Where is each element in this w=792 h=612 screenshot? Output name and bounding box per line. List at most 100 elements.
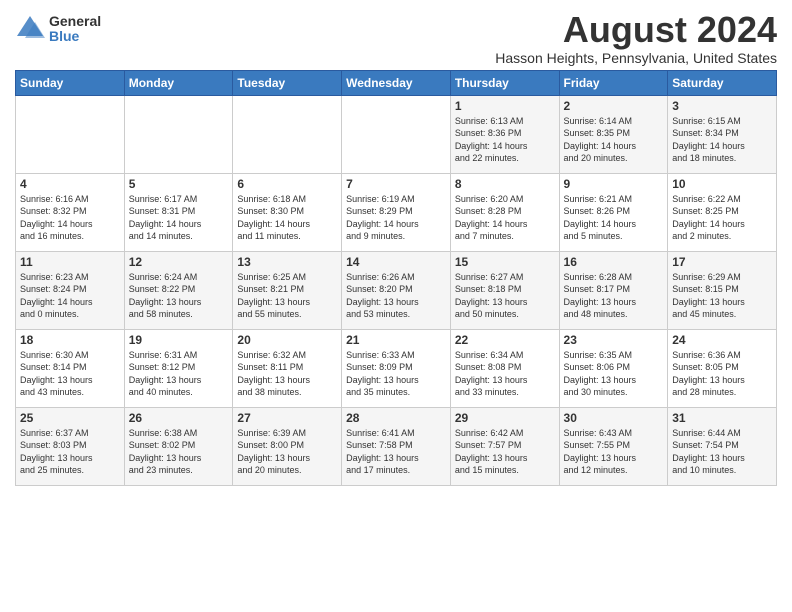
calendar-cell xyxy=(16,95,125,173)
calendar-cell xyxy=(124,95,233,173)
calendar-cell: 7 Sunrise: 6:19 AM Sunset: 8:29 PM Daylig… xyxy=(342,173,451,251)
title-block: August 2024 Hasson Heights, Pennsylvania… xyxy=(495,10,777,66)
day-number: 20 xyxy=(237,333,337,347)
logo-blue-text: Blue xyxy=(49,29,101,44)
day-number: 21 xyxy=(346,333,446,347)
day-number: 1 xyxy=(455,99,555,113)
day-number: 6 xyxy=(237,177,337,191)
day-info: Sunrise: 6:29 AM Sunset: 8:15 PM Dayligh… xyxy=(672,271,772,321)
calendar-cell: 14 Sunrise: 6:26 AM Sunset: 8:20 PM Dayli… xyxy=(342,251,451,329)
calendar-cell xyxy=(233,95,342,173)
calendar-body: 1 Sunrise: 6:13 AM Sunset: 8:36 PM Daylig… xyxy=(16,95,777,485)
day-info: Sunrise: 6:43 AM Sunset: 7:55 PM Dayligh… xyxy=(564,427,664,477)
day-info: Sunrise: 6:27 AM Sunset: 8:18 PM Dayligh… xyxy=(455,271,555,321)
day-number: 19 xyxy=(129,333,229,347)
day-number: 27 xyxy=(237,411,337,425)
day-number: 22 xyxy=(455,333,555,347)
calendar-cell: 16 Sunrise: 6:28 AM Sunset: 8:17 PM Dayli… xyxy=(559,251,668,329)
calendar-cell: 11 Sunrise: 6:23 AM Sunset: 8:24 PM Dayli… xyxy=(16,251,125,329)
day-number: 25 xyxy=(20,411,120,425)
month-title: August 2024 xyxy=(495,10,777,50)
day-number: 24 xyxy=(672,333,772,347)
calendar-cell: 1 Sunrise: 6:13 AM Sunset: 8:36 PM Daylig… xyxy=(450,95,559,173)
col-wednesday: Wednesday xyxy=(342,70,451,95)
day-info: Sunrise: 6:25 AM Sunset: 8:21 PM Dayligh… xyxy=(237,271,337,321)
day-number: 12 xyxy=(129,255,229,269)
day-info: Sunrise: 6:39 AM Sunset: 8:00 PM Dayligh… xyxy=(237,427,337,477)
day-number: 30 xyxy=(564,411,664,425)
col-monday: Monday xyxy=(124,70,233,95)
calendar-cell: 27 Sunrise: 6:39 AM Sunset: 8:00 PM Dayli… xyxy=(233,407,342,485)
calendar-cell: 15 Sunrise: 6:27 AM Sunset: 8:18 PM Dayli… xyxy=(450,251,559,329)
day-info: Sunrise: 6:19 AM Sunset: 8:29 PM Dayligh… xyxy=(346,193,446,243)
day-number: 14 xyxy=(346,255,446,269)
calendar-cell: 6 Sunrise: 6:18 AM Sunset: 8:30 PM Daylig… xyxy=(233,173,342,251)
calendar-cell: 31Sunrise: 6:44 AM Sunset: 7:54 PM Dayli… xyxy=(668,407,777,485)
calendar-cell: 28Sunrise: 6:41 AM Sunset: 7:58 PM Dayli… xyxy=(342,407,451,485)
day-info: Sunrise: 6:42 AM Sunset: 7:57 PM Dayligh… xyxy=(455,427,555,477)
day-info: Sunrise: 6:32 AM Sunset: 8:11 PM Dayligh… xyxy=(237,349,337,399)
calendar-cell: 4 Sunrise: 6:16 AM Sunset: 8:32 PM Daylig… xyxy=(16,173,125,251)
day-number: 17 xyxy=(672,255,772,269)
calendar-cell: 24 Sunrise: 6:36 AM Sunset: 8:05 PM Dayli… xyxy=(668,329,777,407)
day-info: Sunrise: 6:35 AM Sunset: 8:06 PM Dayligh… xyxy=(564,349,664,399)
col-tuesday: Tuesday xyxy=(233,70,342,95)
calendar-container: General Blue August 2024 Hasson Heights,… xyxy=(0,0,792,491)
col-sunday: Sunday xyxy=(16,70,125,95)
header-row: Sunday Monday Tuesday Wednesday Thursday… xyxy=(16,70,777,95)
day-info: Sunrise: 6:31 AM Sunset: 8:12 PM Dayligh… xyxy=(129,349,229,399)
day-info: Sunrise: 6:26 AM Sunset: 8:20 PM Dayligh… xyxy=(346,271,446,321)
col-thursday: Thursday xyxy=(450,70,559,95)
day-number: 18 xyxy=(20,333,120,347)
calendar-cell: 22 Sunrise: 6:34 AM Sunset: 8:08 PM Dayli… xyxy=(450,329,559,407)
day-info: Sunrise: 6:41 AM Sunset: 7:58 PM Dayligh… xyxy=(346,427,446,477)
day-number: 8 xyxy=(455,177,555,191)
day-info: Sunrise: 6:38 AM Sunset: 8:02 PM Dayligh… xyxy=(129,427,229,477)
day-number: 31 xyxy=(672,411,772,425)
day-info: Sunrise: 6:34 AM Sunset: 8:08 PM Dayligh… xyxy=(455,349,555,399)
day-info: Sunrise: 6:18 AM Sunset: 8:30 PM Dayligh… xyxy=(237,193,337,243)
calendar-cell: 3 Sunrise: 6:15 AM Sunset: 8:34 PM Daylig… xyxy=(668,95,777,173)
day-number: 3 xyxy=(672,99,772,113)
day-info: Sunrise: 6:15 AM Sunset: 8:34 PM Dayligh… xyxy=(672,115,772,165)
day-number: 15 xyxy=(455,255,555,269)
calendar-cell: 17 Sunrise: 6:29 AM Sunset: 8:15 PM Dayli… xyxy=(668,251,777,329)
logo-text: General Blue xyxy=(49,14,101,45)
calendar-week-2: 4 Sunrise: 6:16 AM Sunset: 8:32 PM Daylig… xyxy=(16,173,777,251)
calendar-cell: 8 Sunrise: 6:20 AM Sunset: 8:28 PM Daylig… xyxy=(450,173,559,251)
calendar-cell: 13Sunrise: 6:25 AM Sunset: 8:21 PM Dayli… xyxy=(233,251,342,329)
day-number: 26 xyxy=(129,411,229,425)
day-info: Sunrise: 6:21 AM Sunset: 8:26 PM Dayligh… xyxy=(564,193,664,243)
day-info: Sunrise: 6:17 AM Sunset: 8:31 PM Dayligh… xyxy=(129,193,229,243)
day-info: Sunrise: 6:13 AM Sunset: 8:36 PM Dayligh… xyxy=(455,115,555,165)
day-info: Sunrise: 6:28 AM Sunset: 8:17 PM Dayligh… xyxy=(564,271,664,321)
calendar-week-1: 1 Sunrise: 6:13 AM Sunset: 8:36 PM Daylig… xyxy=(16,95,777,173)
calendar-week-5: 25Sunrise: 6:37 AM Sunset: 8:03 PM Dayli… xyxy=(16,407,777,485)
calendar-cell xyxy=(342,95,451,173)
calendar-cell: 30 Sunrise: 6:43 AM Sunset: 7:55 PM Dayli… xyxy=(559,407,668,485)
day-info: Sunrise: 6:20 AM Sunset: 8:28 PM Dayligh… xyxy=(455,193,555,243)
header: General Blue August 2024 Hasson Heights,… xyxy=(15,10,777,66)
day-number: 16 xyxy=(564,255,664,269)
day-number: 5 xyxy=(129,177,229,191)
day-number: 11 xyxy=(20,255,120,269)
day-info: Sunrise: 6:14 AM Sunset: 8:35 PM Dayligh… xyxy=(564,115,664,165)
logo-general-text: General xyxy=(49,14,101,29)
calendar-cell: 2 Sunrise: 6:14 AM Sunset: 8:35 PM Daylig… xyxy=(559,95,668,173)
day-info: Sunrise: 6:36 AM Sunset: 8:05 PM Dayligh… xyxy=(672,349,772,399)
day-info: Sunrise: 6:30 AM Sunset: 8:14 PM Dayligh… xyxy=(20,349,120,399)
day-number: 2 xyxy=(564,99,664,113)
day-number: 7 xyxy=(346,177,446,191)
day-info: Sunrise: 6:22 AM Sunset: 8:25 PM Dayligh… xyxy=(672,193,772,243)
day-number: 29 xyxy=(455,411,555,425)
calendar-cell: 12Sunrise: 6:24 AM Sunset: 8:22 PM Dayli… xyxy=(124,251,233,329)
calendar-cell: 19 Sunrise: 6:31 AM Sunset: 8:12 PM Dayli… xyxy=(124,329,233,407)
calendar-table: Sunday Monday Tuesday Wednesday Thursday… xyxy=(15,70,777,486)
calendar-cell: 18 Sunrise: 6:30 AM Sunset: 8:14 PM Dayli… xyxy=(16,329,125,407)
day-number: 4 xyxy=(20,177,120,191)
day-info: Sunrise: 6:23 AM Sunset: 8:24 PM Dayligh… xyxy=(20,271,120,321)
day-info: Sunrise: 6:16 AM Sunset: 8:32 PM Dayligh… xyxy=(20,193,120,243)
calendar-cell: 10 Sunrise: 6:22 AM Sunset: 8:25 PM Dayli… xyxy=(668,173,777,251)
calendar-header: Sunday Monday Tuesday Wednesday Thursday… xyxy=(16,70,777,95)
day-number: 10 xyxy=(672,177,772,191)
